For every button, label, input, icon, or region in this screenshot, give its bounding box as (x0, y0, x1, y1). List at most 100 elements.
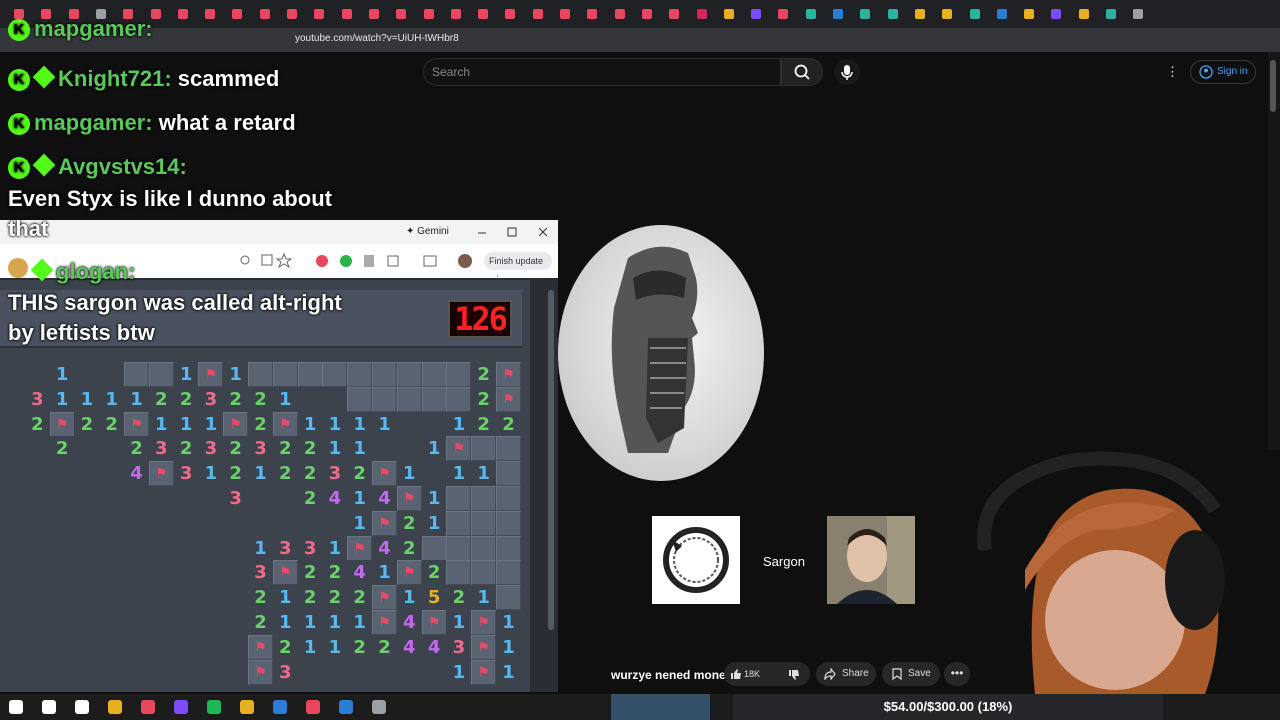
mine-cell-empty[interactable] (49, 659, 75, 685)
mine-cell-number[interactable]: 1 (372, 560, 397, 586)
mine-cell-empty[interactable] (198, 585, 224, 611)
mine-cell-number[interactable]: 1 (297, 411, 323, 437)
mine-cell-number[interactable]: 4 (124, 461, 149, 487)
mine-cell-number[interactable]: 1 (372, 411, 397, 437)
mine-cell-empty[interactable] (49, 585, 75, 611)
flag-icon[interactable]: ⚑ (496, 362, 521, 387)
mine-cell-hidden[interactable] (496, 535, 521, 561)
tab-favicon[interactable] (205, 9, 216, 19)
mine-cell-empty[interactable] (396, 659, 422, 685)
tab-favicon[interactable] (914, 9, 925, 19)
mine-cell-empty[interactable] (74, 585, 100, 611)
tab-favicon[interactable] (259, 9, 270, 19)
mine-cell-empty[interactable] (74, 486, 100, 511)
app-icon[interactable] (339, 700, 353, 714)
mine-cell-number[interactable]: 1 (74, 386, 100, 412)
mine-cell-hidden[interactable] (471, 486, 497, 511)
mine-cell-empty[interactable] (0, 659, 25, 685)
mine-cell-empty[interactable] (396, 436, 422, 462)
mine-cell-empty[interactable] (272, 510, 298, 536)
flag-icon[interactable]: ⚑ (372, 510, 397, 536)
mine-cell-number[interactable]: 2 (322, 560, 348, 586)
mine-cell-empty[interactable] (148, 486, 174, 511)
mine-cell-number[interactable]: 3 (198, 386, 224, 412)
mine-cell-number[interactable]: 2 (223, 386, 249, 412)
mine-cell-empty[interactable] (24, 362, 50, 387)
mine-cell-number[interactable]: 2 (223, 436, 249, 462)
mine-cell-empty[interactable] (24, 560, 50, 586)
mine-cell-number[interactable]: 1 (396, 585, 422, 611)
mine-cell-empty[interactable] (223, 610, 249, 635)
tab-favicon[interactable] (423, 9, 434, 19)
mine-cell-number[interactable]: 2 (496, 411, 521, 437)
mine-cell-number[interactable]: 1 (99, 386, 125, 412)
mine-cell-hidden[interactable] (148, 362, 174, 387)
flag-icon[interactable]: ⚑ (272, 560, 298, 586)
mine-cell-empty[interactable] (124, 510, 149, 536)
mine-cell-hidden[interactable] (272, 362, 298, 387)
mine-cell-number[interactable]: 1 (173, 411, 199, 437)
flag-icon[interactable]: ⚑ (372, 585, 397, 611)
mine-cell-number[interactable]: 1 (148, 411, 174, 437)
mine-cell-number[interactable]: 2 (272, 436, 298, 462)
mine-cell-number[interactable]: 1 (347, 486, 373, 511)
mine-cell-empty[interactable] (148, 585, 174, 611)
mine-cell-empty[interactable] (173, 610, 199, 635)
mine-cell-number[interactable]: 1 (446, 411, 472, 437)
mine-cell-number[interactable]: 3 (148, 436, 174, 462)
mine-cell-hidden[interactable] (372, 386, 397, 412)
mine-cell-number[interactable]: 1 (471, 461, 497, 487)
mine-cell-number[interactable]: 2 (421, 560, 447, 586)
mine-cell-empty[interactable] (148, 610, 174, 635)
mine-cell-hidden[interactable] (446, 510, 472, 536)
mine-cell-number[interactable]: 1 (198, 411, 224, 437)
flag-icon[interactable]: ⚑ (248, 634, 273, 660)
mine-cell-number[interactable]: 4 (322, 486, 348, 511)
mine-cell-empty[interactable] (0, 634, 25, 660)
mine-cell-empty[interactable] (173, 659, 199, 685)
mine-cell-number[interactable]: 2 (471, 362, 497, 387)
mine-cell-number[interactable]: 2 (297, 585, 323, 611)
mine-cell-empty[interactable] (49, 510, 75, 536)
mine-cell-number[interactable]: 1 (396, 461, 422, 487)
mine-cell-empty[interactable] (99, 362, 125, 387)
tab-favicon[interactable] (778, 9, 789, 19)
mine-cell-number[interactable]: 2 (347, 461, 373, 487)
mine-cell-empty[interactable] (297, 510, 323, 536)
mine-cell-empty[interactable] (421, 411, 447, 437)
mine-cell-empty[interactable] (248, 510, 273, 536)
mine-cell-number[interactable]: 1 (446, 461, 472, 487)
mine-cell-empty[interactable] (0, 411, 25, 437)
mine-cell-number[interactable]: 2 (372, 634, 397, 660)
app-icon[interactable] (372, 700, 386, 714)
mine-cell-empty[interactable] (74, 610, 100, 635)
mine-cell-empty[interactable] (74, 560, 100, 586)
mine-cell-number[interactable]: 2 (248, 610, 273, 635)
mine-cell-empty[interactable] (74, 436, 100, 462)
mine-cell-number[interactable]: 1 (272, 386, 298, 412)
mine-cell-empty[interactable] (24, 585, 50, 611)
tab-favicon[interactable] (614, 9, 625, 19)
mine-cell-number[interactable]: 4 (421, 634, 447, 660)
mine-cell-empty[interactable] (198, 535, 224, 561)
search-input[interactable]: Search (423, 58, 781, 86)
mine-cell-empty[interactable] (173, 535, 199, 561)
mine-cell-number[interactable]: 2 (173, 436, 199, 462)
mine-cell-hidden[interactable] (446, 486, 472, 511)
mine-cell-empty[interactable] (0, 486, 25, 511)
flag-icon[interactable]: ⚑ (471, 610, 497, 635)
mine-cell-empty[interactable] (173, 634, 199, 660)
mine-cell-empty[interactable] (148, 535, 174, 561)
mine-cell-empty[interactable] (173, 585, 199, 611)
mine-cell-number[interactable]: 1 (297, 610, 323, 635)
tab-favicon[interactable] (1133, 9, 1144, 19)
mine-cell-empty[interactable] (198, 610, 224, 635)
mine-cell-number[interactable]: 1 (496, 659, 521, 685)
mine-cell-number[interactable]: 2 (223, 461, 249, 487)
tab-favicon[interactable] (1024, 9, 1035, 19)
minesweeper-grid[interactable]: 1 1 ⚑ 1 2 ⚑ 3 1 1 1 1 2 2 3 2 2 1 2 ⚑ 2 ⚑ 2 2 ⚑ 1 1 1 ⚑ 2 ⚑ 1 1 1 1 1 2 2 2 2 3… (0, 362, 521, 692)
tab-favicon[interactable] (341, 9, 352, 19)
mine-cell-empty[interactable] (99, 436, 125, 462)
tab-favicon[interactable] (669, 9, 680, 19)
more-options-icon[interactable]: ⋮ (1166, 64, 1179, 80)
